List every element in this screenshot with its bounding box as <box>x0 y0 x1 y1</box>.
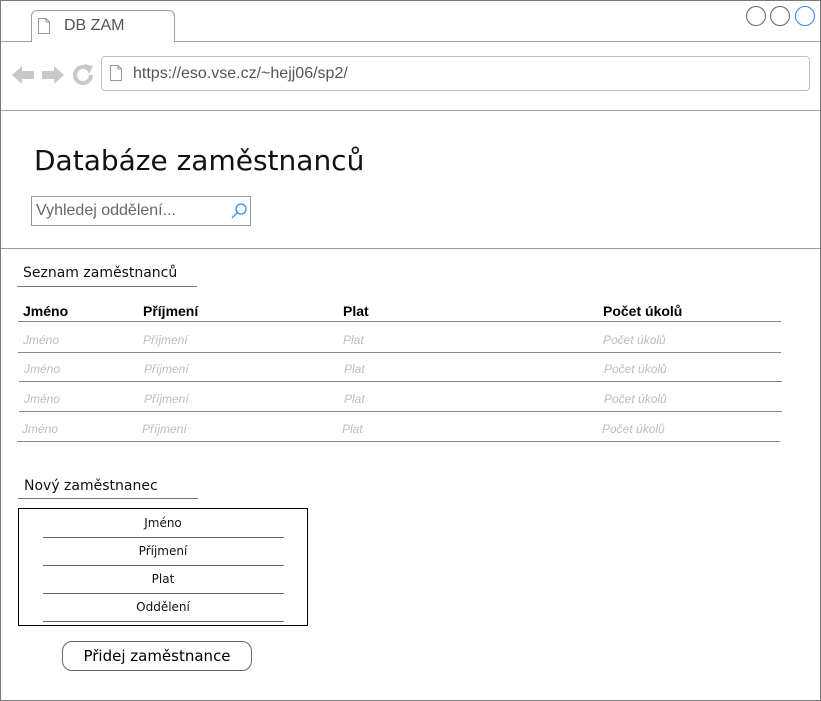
table-cell: Počet úkolů <box>602 422 665 436</box>
document-icon <box>38 18 50 34</box>
table-cell: Plat <box>343 333 364 347</box>
search-icon[interactable] <box>230 202 248 220</box>
table-cell: Plat <box>344 392 365 406</box>
search-input[interactable] <box>36 200 226 222</box>
window-button-icon[interactable] <box>746 6 766 26</box>
address-bar[interactable]: https://eso.vse.cz/~hejj06/sp2/ <box>101 56 810 91</box>
table-cell: Plat <box>342 422 363 436</box>
table-row-rule <box>17 441 780 442</box>
url-text: https://eso.vse.cz/~hejj06/sp2/ <box>133 65 348 82</box>
add-employee-button[interactable]: Přidej zaměstnance <box>62 641 252 671</box>
salary-field[interactable]: Plat <box>19 572 307 586</box>
surname-field[interactable]: Příjmení <box>19 544 307 558</box>
browser-chrome: DB ZAM https://eso.vse.cz/~hejj06/sp2/ <box>1 1 820 111</box>
department-field[interactable]: Oddělení <box>19 600 307 614</box>
table-cell: Počet úkolů <box>604 392 667 406</box>
new-employee-form: Jméno Příjmení Plat Oddělení <box>18 508 308 626</box>
new-employee-section-label: Nový zaměstnanec <box>24 478 158 494</box>
active-tab-gap <box>32 41 174 42</box>
browser-tab[interactable]: DB ZAM <box>31 10 175 41</box>
table-row-rule <box>19 411 782 412</box>
column-header: Počet úkolů <box>603 303 683 319</box>
column-header: Příjmení <box>143 303 199 319</box>
document-icon <box>110 65 122 81</box>
column-header: Jméno <box>23 303 69 319</box>
forward-arrow-icon[interactable] <box>41 63 65 87</box>
field-underline <box>43 593 284 594</box>
table-cell: Počet úkolů <box>604 362 667 376</box>
tab-title: DB ZAM <box>64 17 125 34</box>
page-title: Databáze zaměstnanců <box>34 144 365 177</box>
field-underline <box>43 537 284 538</box>
table-row-rule <box>18 352 781 353</box>
table-row-rule <box>19 381 782 382</box>
section-underline <box>17 286 197 287</box>
header-divider <box>1 248 820 249</box>
field-underline <box>43 621 284 622</box>
table-cell: Počet úkolů <box>603 333 666 347</box>
name-field[interactable]: Jméno <box>19 516 307 530</box>
table-cell: Příjmení <box>143 333 188 347</box>
table-cell: Příjmení <box>144 392 189 406</box>
section-underline <box>18 498 198 499</box>
employees-section-label: Seznam zaměstnanců <box>23 265 178 281</box>
field-underline <box>43 565 284 566</box>
window-button-icon[interactable] <box>795 6 815 26</box>
table-cell: Jméno <box>24 392 61 406</box>
search-box[interactable] <box>31 196 251 226</box>
table-cell: Příjmení <box>144 362 189 376</box>
table-cell: Jméno <box>23 333 60 347</box>
table-cell: Plat <box>344 362 365 376</box>
table-cell: Příjmení <box>142 422 187 436</box>
table-cell: Jméno <box>22 422 59 436</box>
table-header-rule <box>18 321 781 322</box>
reload-icon[interactable] <box>71 63 95 87</box>
column-header: Plat <box>343 303 369 319</box>
table-cell: Jméno <box>24 362 61 376</box>
back-arrow-icon[interactable] <box>11 63 35 87</box>
window-button-icon[interactable] <box>770 6 790 26</box>
browser-window: DB ZAM https://eso.vse.cz/~hejj06/sp2/ D… <box>0 0 821 701</box>
